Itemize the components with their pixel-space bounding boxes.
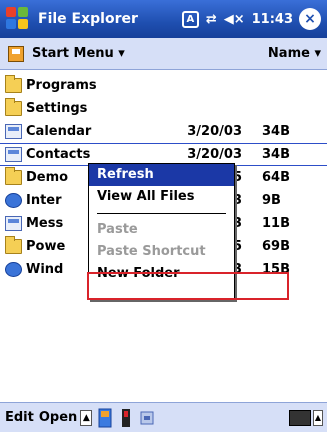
file-name: Programs — [26, 78, 97, 93]
calendar-icon — [5, 124, 22, 139]
file-size: 34B — [262, 124, 290, 139]
list-item[interactable]: Calendar 3/20/03 34B — [0, 120, 327, 143]
file-name: Contacts — [26, 147, 91, 162]
menu-item-paste[interactable]: Paste — [89, 219, 234, 241]
volume-icon[interactable]: ◀× — [224, 12, 245, 27]
menu-item-refresh[interactable]: Refresh — [89, 164, 234, 186]
contacts-icon — [5, 147, 22, 162]
windows-media-icon — [5, 262, 22, 277]
app-title: File Explorer — [38, 11, 138, 27]
input-panel-arrow-icon[interactable]: ▲ — [313, 409, 323, 426]
title-bar: File Explorer A ⇄ ◀× 11:43 × — [0, 0, 327, 38]
command-bar: Edit Open ▲ ▲ — [0, 402, 327, 432]
list-item[interactable]: Settings — [0, 97, 327, 120]
file-size: 69B — [262, 239, 290, 254]
clock[interactable]: 11:43 — [252, 12, 293, 27]
windows-start-icon[interactable] — [6, 7, 30, 31]
file-size: 64B — [262, 170, 290, 185]
folder-icon — [5, 75, 22, 93]
storage-card-icon[interactable] — [97, 408, 113, 428]
status-area: A ⇄ ◀× 11:43 — [181, 10, 293, 28]
folder-icon — [5, 98, 22, 116]
file-card-icon[interactable] — [118, 408, 134, 428]
location-bar: Start Menu ▾ Name ▾ — [0, 38, 327, 70]
location-folder-icon — [8, 45, 24, 62]
file-size: 11B — [262, 216, 290, 231]
file-date: 3/20/03 — [187, 124, 242, 139]
messaging-icon — [5, 216, 22, 231]
close-button[interactable]: × — [299, 8, 321, 30]
app-folder-icon — [5, 236, 22, 254]
menu-item-paste-shortcut[interactable]: Paste Shortcut — [89, 241, 234, 263]
open-menu[interactable]: Open — [39, 410, 77, 425]
file-size: 9B — [262, 193, 281, 208]
edit-menu[interactable]: Edit — [5, 410, 34, 425]
file-date: 3/20/03 — [187, 147, 242, 162]
location-dropdown[interactable]: Start Menu ▾ — [32, 46, 125, 61]
menu-item-view-all-files[interactable]: View All Files — [89, 186, 234, 208]
connectivity-icon[interactable]: ⇄ — [206, 12, 217, 27]
highlight-annotation — [87, 272, 289, 300]
input-mode-icon[interactable]: A — [181, 10, 199, 28]
list-item[interactable]: Programs — [0, 74, 327, 97]
menu-separator — [97, 213, 226, 214]
keyboard-icon[interactable] — [289, 409, 311, 426]
internet-explorer-icon — [5, 193, 22, 208]
file-size: 34B — [262, 147, 290, 162]
network-share-icon[interactable] — [139, 408, 155, 428]
file-name: Calendar — [26, 124, 92, 139]
app-folder-icon — [5, 167, 22, 185]
up-arrow-icon[interactable]: ▲ — [80, 409, 93, 426]
sort-dropdown[interactable]: Name ▾ — [268, 46, 321, 61]
file-name: Settings — [26, 101, 88, 116]
